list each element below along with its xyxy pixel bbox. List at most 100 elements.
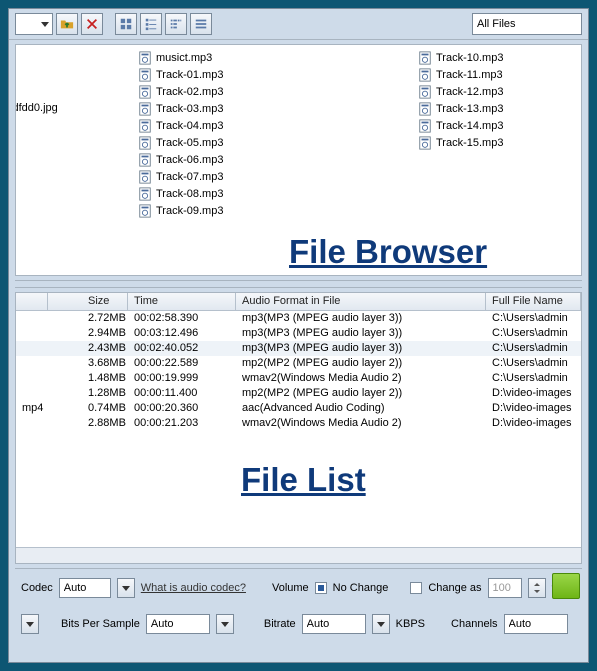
view-details-button[interactable] — [190, 13, 212, 35]
cell-size: 2.72MB — [48, 311, 128, 326]
nochange-radio[interactable] — [315, 582, 327, 594]
cell-time: 00:03:12.496 — [128, 326, 236, 341]
cell-time: 00:00:22.589 — [128, 356, 236, 371]
col-size[interactable]: Size — [48, 293, 128, 310]
changeas-value[interactable] — [488, 578, 522, 598]
bps-field[interactable] — [146, 614, 210, 634]
cell-path: D:\video-images — [486, 401, 581, 416]
horizontal-scrollbar[interactable] — [16, 547, 581, 563]
cell-size: 2.94MB — [48, 326, 128, 341]
file-item[interactable]: Track-03.mp3 — [136, 100, 306, 117]
bitrate-unit: KBPS — [396, 618, 425, 630]
cell-time: 00:00:19.999 — [128, 371, 236, 386]
file-name: Track-13.mp3 — [436, 103, 503, 115]
file-item[interactable]: Track-01.mp3 — [136, 66, 306, 83]
table-row[interactable]: mp40.74MB00:00:20.360aac(Advanced Audio … — [16, 401, 581, 416]
file-item[interactable]: Track-04.mp3 — [136, 117, 306, 134]
audio-file-icon — [418, 119, 432, 133]
file-item[interactable]: Track-15.mp3 — [416, 134, 582, 151]
audio-file-icon — [138, 68, 152, 82]
audio-file-icon — [138, 187, 152, 201]
filter-dropdown[interactable] — [472, 13, 582, 35]
delete-button[interactable] — [81, 13, 103, 35]
file-list-panel: Size Time Audio Format in File Full File… — [15, 292, 582, 564]
folder-up-button[interactable] — [56, 13, 78, 35]
file-item[interactable]: Track-08.mp3 — [136, 185, 306, 202]
col-format[interactable]: Audio Format in File — [236, 293, 486, 310]
cell-time: 00:00:20.360 — [128, 401, 236, 416]
file-name: Track-04.mp3 — [156, 120, 223, 132]
apply-button[interactable] — [552, 573, 580, 599]
file-name: Track-03.mp3 — [156, 103, 223, 115]
col-path[interactable]: Full File Name — [486, 293, 581, 310]
audio-file-icon — [418, 102, 432, 116]
file-name: Track-15.mp3 — [436, 137, 503, 149]
view-large-icons-button[interactable] — [115, 13, 137, 35]
file-name: Track-11.mp3 — [436, 69, 503, 81]
file-item[interactable]: musict.mp3 — [136, 49, 306, 66]
file-item[interactable]: Track-12.mp3 — [416, 83, 582, 100]
col-time[interactable]: Time — [128, 293, 236, 310]
audio-file-icon — [138, 204, 152, 218]
file-browser-panel: -a1aa629dfdd0.jpg 24.jpg b.jpg musict.mp3 T… — [15, 44, 582, 276]
file-item[interactable]: Track-07.mp3 — [136, 168, 306, 185]
bps-dropdown-button[interactable] — [216, 614, 234, 634]
nav-dropdown[interactable] — [15, 13, 53, 35]
view-small-icons-button[interactable] — [165, 13, 187, 35]
file-name: Track-12.mp3 — [436, 86, 503, 98]
cell-size: 2.88MB — [48, 416, 128, 431]
codec-help-link[interactable]: What is audio codec? — [141, 582, 246, 594]
view-list-button[interactable] — [140, 13, 162, 35]
file-item[interactable]: b.jpg — [15, 177, 116, 194]
cell-file — [16, 341, 48, 356]
file-item[interactable]: -a1aa629dfdd0.jpg — [15, 99, 116, 116]
cell-file — [16, 311, 48, 326]
cell-size: 1.28MB — [48, 386, 128, 401]
changeas-label: Change as — [428, 582, 481, 594]
cell-path: D:\video-images — [486, 386, 581, 401]
file-item[interactable]: Track-05.mp3 — [136, 134, 306, 151]
table-row[interactable]: 1.28MB00:00:11.400mp2(MP2 (MPEG audio la… — [16, 386, 581, 401]
chevron-down-icon — [377, 622, 385, 627]
file-item[interactable]: Track-14.mp3 — [416, 117, 582, 134]
file-name: Track-05.mp3 — [156, 137, 223, 149]
bitrate-field[interactable] — [302, 614, 366, 634]
prev-button[interactable] — [21, 614, 39, 634]
table-row[interactable]: 2.43MB00:02:40.052mp3(MP3 (MPEG audio la… — [16, 341, 581, 356]
cell-format: mp2(MP2 (MPEG audio layer 2)) — [236, 386, 486, 401]
bitrate-dropdown-button[interactable] — [372, 614, 390, 634]
file-name: -a1aa629dfdd0.jpg — [15, 102, 58, 114]
cell-size: 0.74MB — [48, 401, 128, 416]
table-row[interactable]: 1.48MB00:00:19.999wmav2(Windows Media Au… — [16, 371, 581, 386]
audio-file-icon — [138, 51, 152, 65]
file-item[interactable]: Track-09.mp3 — [136, 202, 306, 219]
file-item[interactable]: Track-06.mp3 — [136, 151, 306, 168]
cell-format: mp3(MP3 (MPEG audio layer 3)) — [236, 341, 486, 356]
table-header: Size Time Audio Format in File Full File… — [16, 293, 581, 311]
file-item[interactable]: Track-02.mp3 — [136, 83, 306, 100]
file-item[interactable]: 24.jpg — [15, 138, 116, 155]
volume-label: Volume — [272, 582, 309, 594]
codec-dropdown-button[interactable] — [117, 578, 135, 598]
file-item[interactable]: Track-13.mp3 — [416, 100, 582, 117]
table-row[interactable]: 2.94MB00:03:12.496mp3(MP3 (MPEG audio la… — [16, 326, 581, 341]
nochange-label: No Change — [333, 582, 389, 594]
audio-file-icon — [418, 51, 432, 65]
codec-field[interactable] — [59, 578, 111, 598]
table-row[interactable]: 2.88MB00:00:21.203wmav2(Windows Media Au… — [16, 416, 581, 431]
changeas-spinner[interactable] — [528, 578, 546, 598]
channels-field[interactable] — [504, 614, 568, 634]
cell-file — [16, 386, 48, 401]
splitter[interactable] — [15, 280, 582, 288]
file-name: Track-02.mp3 — [156, 86, 223, 98]
audio-file-icon — [418, 85, 432, 99]
file-item[interactable]: Track-10.mp3 — [416, 49, 582, 66]
file-item[interactable]: Track-11.mp3 — [416, 66, 582, 83]
cell-path: D:\video-images — [486, 416, 581, 431]
table-row[interactable]: 2.72MB00:02:58.390mp3(MP3 (MPEG audio la… — [16, 311, 581, 326]
table-row[interactable]: 3.68MB00:00:22.589mp2(MP2 (MPEG audio la… — [16, 356, 581, 371]
col-file[interactable] — [16, 293, 48, 310]
cell-path: C:\Users\admin — [486, 311, 581, 326]
changeas-checkbox[interactable] — [410, 582, 422, 594]
file-name: musict.mp3 — [156, 52, 212, 64]
